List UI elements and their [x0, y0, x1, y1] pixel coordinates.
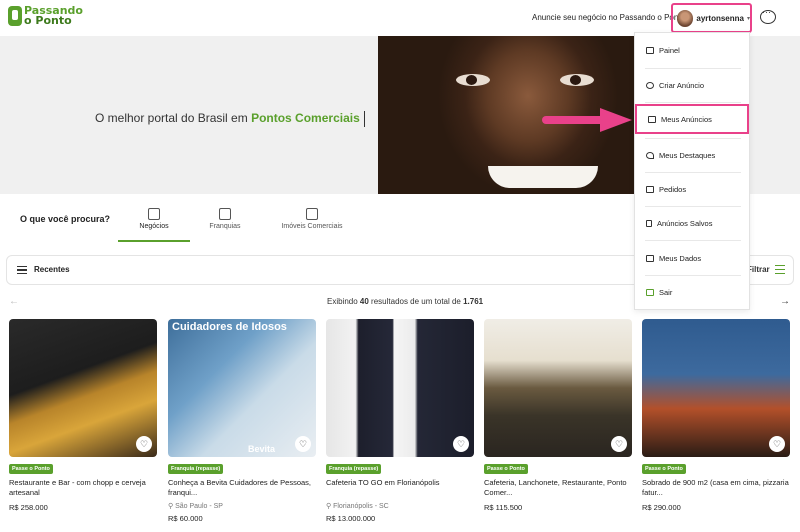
- listing-image[interactable]: ♡: [326, 319, 474, 457]
- heart-icon[interactable]: ♡: [769, 436, 785, 452]
- hero-headline: O melhor portal do Brasil em Pontos Come…: [95, 111, 365, 127]
- money-icon: [148, 208, 160, 220]
- listing-badge: Passe o Ponto: [642, 464, 686, 474]
- search-label: O que você procura?: [20, 214, 111, 224]
- logo-line2: o Ponto: [24, 14, 72, 27]
- sort-recentes-button[interactable]: Recentes: [34, 265, 70, 274]
- user-dropdown-menu: Painel Criar Anúncio Meus Anúncios Meus …: [634, 32, 750, 310]
- location-pin-icon: ⚲: [168, 503, 174, 510]
- image-overlay-text: Cuidadores de Idosos: [172, 321, 287, 333]
- heart-icon[interactable]: ♡: [611, 436, 627, 452]
- annotation-arrow-icon: [542, 108, 632, 132]
- building-icon: [306, 208, 318, 220]
- listing-price: R$ 60.000: [168, 514, 203, 523]
- user-menu-button[interactable]: ayrtonsenna ▾: [671, 3, 752, 33]
- heart-icon[interactable]: ♡: [136, 436, 152, 452]
- listing-location: ⚲ São Paulo - SP: [168, 503, 223, 510]
- list-icon: [648, 115, 656, 123]
- listing-price: R$ 115.500: [484, 503, 523, 512]
- listing-card[interactable]: ♡ Passe o Ponto Sobrado de 900 m2 (casa …: [642, 319, 790, 512]
- results-count: Exibindo 40 resultados de um total de 1.…: [327, 297, 484, 306]
- listing-badge: Passe o Ponto: [9, 464, 53, 474]
- chat-icon[interactable]: [760, 7, 776, 24]
- hero-eye-left: [456, 74, 490, 86]
- bookmark-icon: [646, 219, 652, 227]
- hero-text-highlight: Pontos Comerciais: [251, 111, 360, 126]
- menu-divider: [645, 206, 741, 207]
- hero-eye-right: [560, 74, 594, 86]
- menu-divider: [645, 68, 741, 69]
- menu-divider: [645, 240, 741, 241]
- listing-image[interactable]: ♡: [642, 319, 790, 457]
- menu-divider: [645, 275, 741, 276]
- menu-divider: [645, 172, 741, 173]
- listing-title[interactable]: Conheça a Bevita Cuidadores de Pessoas, …: [168, 478, 316, 499]
- listing-title[interactable]: Restaurante e Bar - com chopp e cerveja …: [9, 478, 157, 499]
- tab-negocios[interactable]: Negócios: [125, 208, 183, 230]
- listing-price: R$ 13.000.000: [326, 514, 376, 523]
- menu-item-pedidos[interactable]: Pedidos: [635, 174, 751, 204]
- heart-icon[interactable]: ♡: [295, 436, 311, 452]
- text-cursor: [363, 111, 365, 127]
- advertise-link[interactable]: Anuncie seu negócio no Passando o Ponto: [532, 13, 685, 22]
- listing-title[interactable]: Cafeteria, Lanchonete, Restaurante, Pont…: [484, 478, 632, 499]
- menu-divider: [645, 102, 741, 103]
- hero-text-prefix: O melhor portal do Brasil em: [95, 111, 252, 126]
- listing-card[interactable]: ♡ Franquia (repasse) Cafeteria TO GO em …: [326, 319, 474, 523]
- username: ayrtonsenna: [696, 13, 744, 23]
- menu-item-anuncios-salvos[interactable]: Anúncios Salvos: [635, 208, 751, 238]
- location-pin-icon: ⚲: [326, 503, 332, 510]
- menu-item-criar-anuncio[interactable]: Criar Anúncio: [635, 70, 751, 100]
- monitor-icon: [646, 185, 654, 193]
- listing-card[interactable]: ♡ Passe o Ponto Restaurante e Bar - com …: [9, 319, 157, 512]
- top-header: Passando o Ponto Anuncie seu negócio no …: [0, 0, 800, 36]
- heart-icon[interactable]: ♡: [453, 436, 469, 452]
- listing-badge: Passe o Ponto: [484, 464, 528, 474]
- hero-smile: [488, 166, 598, 188]
- listing-card[interactable]: Cuidadores de Idosos Bevita ♡ Franquia (…: [168, 319, 316, 523]
- menu-item-painel[interactable]: Painel: [635, 35, 751, 65]
- listing-price: R$ 290.000: [642, 503, 681, 512]
- list-icon: [17, 266, 27, 274]
- filter-icon[interactable]: [775, 265, 785, 274]
- active-tab-underline: [118, 240, 190, 242]
- listing-badge: Franquia (repasse): [168, 464, 224, 474]
- listing-location: ⚲ Florianópolis - SC: [326, 503, 389, 510]
- avatar: [677, 9, 694, 27]
- logo-mark-icon: [8, 6, 22, 26]
- arrow-right-icon[interactable]: →: [780, 296, 790, 307]
- network-icon: [219, 208, 231, 220]
- listing-badge: Franquia (repasse): [326, 464, 382, 474]
- listing-price: R$ 258.000: [9, 503, 48, 512]
- tab-imoveis-comerciais[interactable]: Imóveis Comerciais: [276, 208, 348, 230]
- listing-image[interactable]: ♡: [484, 319, 632, 457]
- menu-item-sair[interactable]: Sair: [635, 277, 751, 307]
- lock-icon: [646, 288, 654, 296]
- monitor-icon: [646, 46, 654, 54]
- listing-title[interactable]: Cafeteria TO GO em Florianópolis: [326, 478, 474, 499]
- listing-title[interactable]: Sobrado de 900 m2 (casa em cima, pizzari…: [642, 478, 790, 499]
- menu-item-meus-destaques[interactable]: Meus Destaques: [635, 140, 751, 170]
- menu-divider: [645, 138, 741, 139]
- listing-card[interactable]: ♡ Passe o Ponto Cafeteria, Lanchonete, R…: [484, 319, 632, 512]
- listing-image[interactable]: ♡: [9, 319, 157, 457]
- site-logo[interactable]: Passando o Ponto: [8, 5, 83, 27]
- tab-franquias[interactable]: Franquias: [196, 208, 254, 230]
- rocket-icon: [646, 151, 654, 159]
- chevron-down-icon: ▾: [746, 15, 750, 22]
- id-card-icon: [646, 254, 654, 262]
- menu-item-meus-anuncios[interactable]: Meus Anúncios: [635, 104, 749, 134]
- listing-image[interactable]: Cuidadores de Idosos Bevita ♡: [168, 319, 316, 457]
- menu-item-meus-dados[interactable]: Meus Dados: [635, 243, 751, 273]
- image-brand-text: Bevita: [248, 444, 276, 454]
- plus-circle-icon: [646, 81, 654, 89]
- arrow-left-icon[interactable]: ←: [9, 296, 19, 307]
